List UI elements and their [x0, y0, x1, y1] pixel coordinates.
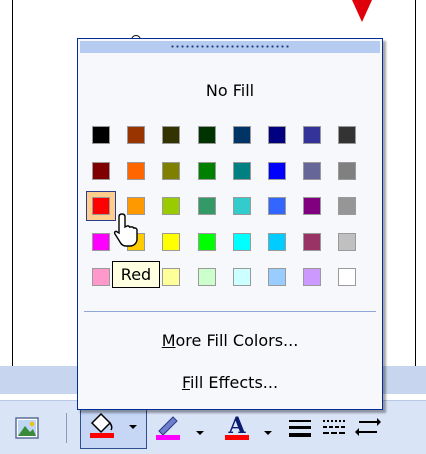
color-swatch[interactable] [303, 232, 322, 251]
color-swatch[interactable] [197, 268, 216, 286]
more-fill-colors-label: ore Fill Colors... [175, 331, 299, 350]
color-swatch[interactable] [92, 232, 110, 251]
menu-divider [84, 311, 376, 312]
color-swatch[interactable] [268, 232, 286, 251]
fill-color-dropdown-arrow[interactable] [129, 425, 137, 429]
color-swatch[interactable] [92, 197, 110, 215]
color-swatch[interactable] [162, 126, 181, 144]
color-swatch[interactable] [303, 197, 322, 215]
color-swatch[interactable] [268, 161, 286, 180]
color-swatch[interactable] [338, 232, 357, 251]
line-color-icon[interactable] [152, 412, 186, 442]
insert-picture-icon[interactable] [14, 413, 40, 443]
color-swatch[interactable] [303, 161, 322, 180]
color-swatch[interactable] [162, 161, 181, 180]
color-swatch[interactable] [338, 268, 357, 286]
color-swatch[interactable] [197, 161, 216, 180]
color-swatch[interactable] [268, 126, 286, 144]
mouse-cursor-icon [110, 212, 140, 252]
color-swatch[interactable] [162, 268, 181, 286]
color-swatch[interactable] [197, 197, 216, 215]
gripper-dots [170, 45, 290, 48]
fill-color-icon [87, 411, 117, 443]
color-swatch[interactable] [268, 268, 286, 286]
color-swatch[interactable] [127, 126, 146, 144]
color-tooltip: Red [112, 261, 160, 288]
color-swatch[interactable] [338, 161, 357, 180]
fill-color-button[interactable] [80, 404, 147, 449]
color-swatch[interactable] [162, 197, 181, 215]
fill-effects-option[interactable]: Fill Effects... [80, 373, 380, 392]
color-swatch[interactable] [232, 197, 251, 215]
font-color-icon[interactable]: A [222, 412, 252, 442]
color-swatch[interactable] [92, 161, 110, 180]
more-fill-colors-accel: M [161, 331, 176, 350]
color-swatch[interactable] [232, 268, 251, 286]
dash-style-icon[interactable] [320, 412, 348, 442]
line-style-icon[interactable] [286, 412, 314, 442]
color-swatch[interactable] [197, 232, 216, 251]
fill-effects-label: ill Effects... [189, 373, 279, 392]
color-swatch[interactable] [127, 161, 146, 180]
color-swatch[interactable] [232, 161, 251, 180]
arrow-style-icon[interactable] [354, 412, 382, 442]
color-swatch[interactable] [303, 126, 322, 144]
no-fill-label: No Fill [205, 81, 255, 100]
color-swatch[interactable] [268, 197, 286, 215]
color-swatch[interactable] [338, 197, 357, 215]
font-color-dropdown-arrow[interactable] [264, 431, 272, 435]
more-fill-colors-option[interactable]: More Fill Colors... [80, 331, 380, 350]
color-swatch[interactable] [232, 232, 251, 251]
color-swatch[interactable] [232, 126, 251, 144]
line-color-dropdown-arrow[interactable] [196, 431, 204, 435]
toolbar-separator [66, 413, 67, 443]
color-swatch[interactable] [303, 268, 322, 286]
color-swatch[interactable] [197, 126, 216, 144]
color-swatch[interactable] [338, 126, 357, 144]
color-swatch[interactable] [162, 232, 181, 251]
red-marker-shape [352, 0, 372, 22]
fill-effects-accel: F [181, 373, 190, 392]
color-swatch[interactable] [92, 126, 110, 144]
no-fill-option[interactable]: No Fill [80, 81, 380, 100]
menu-gripper[interactable] [80, 41, 380, 53]
color-swatch[interactable] [92, 268, 110, 286]
